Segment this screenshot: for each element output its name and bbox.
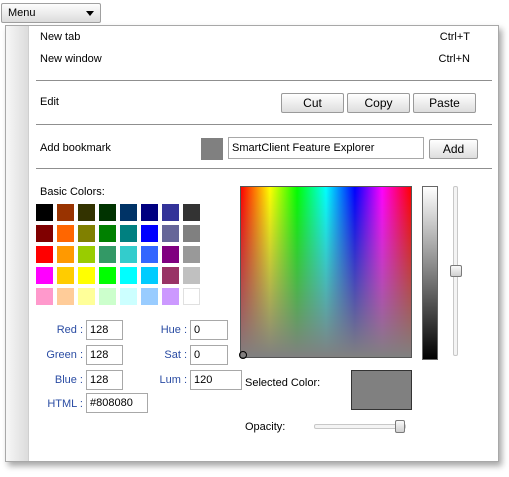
basic-color-swatch[interactable] [183,246,200,263]
paste-button-label: Paste [429,96,460,110]
basic-color-swatch[interactable] [120,225,137,242]
basic-color-swatch[interactable] [57,246,74,263]
html-label: HTML : [47,398,83,410]
basic-color-swatch[interactable] [162,267,179,284]
luminosity-slider-thumb[interactable] [450,265,462,277]
basic-color-swatch[interactable] [99,246,116,263]
color-spectrum[interactable] [239,186,412,359]
basic-color-swatch[interactable] [57,225,74,242]
basic-color-swatch[interactable] [78,288,95,305]
basic-color-swatch[interactable] [141,267,158,284]
basic-color-swatch[interactable] [36,267,53,284]
basic-color-swatch[interactable] [78,267,95,284]
copy-button-label: Copy [364,96,393,110]
edit-label: Edit [40,96,59,108]
chevron-down-icon [86,11,94,16]
hue-input[interactable] [190,320,228,340]
opacity-label: Opacity: [245,421,286,433]
basic-colors-grid [36,204,204,310]
basic-color-swatch[interactable] [162,204,179,221]
bookmark-icon [201,138,223,160]
menu-separator [36,124,492,125]
selected-color-label: Selected Color: [245,377,321,389]
opacity-slider-thumb[interactable] [395,420,405,433]
menu-button[interactable]: Menu [1,3,101,23]
basic-color-swatch[interactable] [183,204,200,221]
basic-color-swatch[interactable] [36,246,53,263]
cut-button-label: Cut [303,96,322,110]
basic-color-swatch[interactable] [78,204,95,221]
blue-input[interactable] [86,370,123,390]
add-button-label: Add [442,142,465,156]
selected-color-swatch [351,370,412,410]
add-bookmark-button[interactable]: Add [429,139,478,159]
basic-color-swatch[interactable] [78,225,95,242]
basic-color-swatch[interactable] [183,225,200,242]
basic-color-swatch[interactable] [141,225,158,242]
opacity-slider-track[interactable] [314,424,406,429]
lum-label: Lum : [159,374,187,386]
menu-icon-gutter [6,26,29,461]
hue-label: Hue : [160,324,187,336]
menu-item-new-window[interactable]: New window Ctrl+N [29,50,497,70]
basic-color-swatch[interactable] [78,246,95,263]
basic-color-swatch[interactable] [57,288,74,305]
red-label: Red : [56,324,83,336]
menu-button-label: Menu [8,7,36,19]
basic-color-swatch[interactable] [99,204,116,221]
basic-color-swatch[interactable] [99,288,116,305]
basic-color-swatch[interactable] [36,225,53,242]
basic-color-swatch[interactable] [120,288,137,305]
cut-button[interactable]: Cut [281,93,344,113]
copy-button[interactable]: Copy [347,93,410,113]
basic-color-swatch[interactable] [162,225,179,242]
green-input[interactable] [86,345,123,365]
basic-color-swatch[interactable] [120,204,137,221]
basic-color-swatch[interactable] [183,288,200,305]
menu-separator [36,80,492,81]
basic-color-swatch[interactable] [57,204,74,221]
green-label: Green : [46,349,83,361]
menu-item-shortcut: Ctrl+N [438,53,470,65]
paste-button[interactable]: Paste [413,93,476,113]
basic-color-swatch[interactable] [36,204,53,221]
basic-color-swatch[interactable] [120,246,137,263]
basic-color-swatch[interactable] [162,288,179,305]
basic-color-swatch[interactable] [183,267,200,284]
basic-color-swatch[interactable] [141,288,158,305]
luminosity-bar[interactable] [422,186,438,360]
blue-label: Blue : [54,374,83,386]
add-bookmark-label: Add bookmark [40,142,111,154]
basic-colors-label: Basic Colors: [40,186,105,198]
menu-item-label: New window [40,53,102,65]
basic-color-swatch[interactable] [141,246,158,263]
basic-color-swatch[interactable] [99,267,116,284]
red-input[interactable] [86,320,123,340]
menu-item-new-tab[interactable]: New tab Ctrl+T [29,28,497,48]
basic-color-swatch[interactable] [99,225,116,242]
menu-item-shortcut: Ctrl+T [439,31,470,43]
basic-color-swatch[interactable] [120,267,137,284]
crosshair-icon [239,351,247,359]
lum-input[interactable] [190,370,242,390]
menu-item-label: New tab [40,31,81,43]
basic-color-swatch[interactable] [36,288,53,305]
bookmark-title-input[interactable] [228,137,424,159]
basic-color-swatch[interactable] [141,204,158,221]
sat-input[interactable] [190,345,228,365]
basic-color-swatch[interactable] [162,246,179,263]
basic-color-swatch[interactable] [57,267,74,284]
menu-separator [36,168,492,169]
html-input[interactable] [86,393,148,413]
sat-label: Sat : [164,349,187,361]
